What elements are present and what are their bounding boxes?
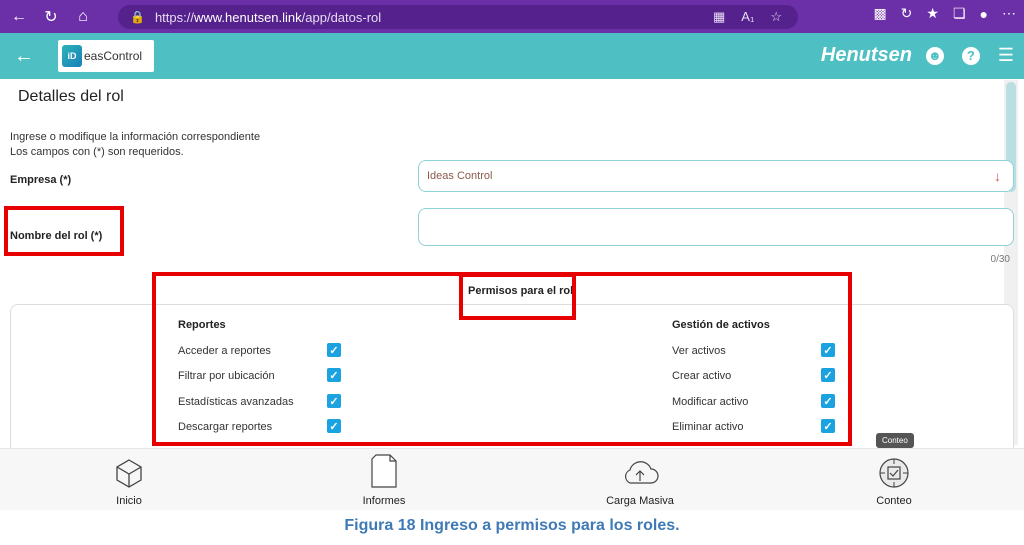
instructions-line-1: Ingrese o modifique la información corre… bbox=[10, 131, 261, 143]
app-back-arrow-icon[interactable]: ← bbox=[14, 45, 38, 68]
user-account-icon[interactable]: ☻ bbox=[925, 46, 944, 65]
tab-informes-label: Informes bbox=[362, 495, 406, 507]
refresh-icon[interactable]: ↻ bbox=[38, 4, 64, 30]
favorites-icon[interactable]: ★ bbox=[926, 5, 939, 22]
bottom-navigation: Inicio Informes Carga Masiva Conteo bbox=[0, 448, 1024, 510]
url-host: www.henutsen.link bbox=[193, 9, 302, 25]
highlight-nombre-rol bbox=[4, 206, 124, 256]
cloud-upload-icon bbox=[625, 461, 659, 484]
instructions: Ingrese o modifique la información corre… bbox=[10, 130, 260, 160]
hamburger-menu-icon[interactable]: ☰ bbox=[998, 45, 1014, 66]
conteo-tooltip: Conteo bbox=[876, 433, 914, 448]
henutsen-brand: Henutsen bbox=[820, 44, 912, 66]
page-title: Detalles del rol bbox=[18, 88, 124, 105]
tab-informes[interactable]: Informes bbox=[352, 449, 416, 511]
empresa-value: Ideas Control bbox=[427, 170, 493, 182]
tab-carga-masiva-label: Carga Masiva bbox=[606, 495, 674, 507]
url-path: /app/datos-rol bbox=[301, 9, 382, 25]
lock-icon: 🔒 bbox=[130, 10, 145, 24]
tab-conteo[interactable]: Conteo bbox=[864, 449, 924, 511]
document-icon bbox=[371, 454, 397, 488]
back-arrow-icon[interactable]: ← bbox=[6, 4, 32, 30]
profile-avatar-icon[interactable]: ● bbox=[980, 6, 988, 22]
home-icon[interactable]: ⌂ bbox=[70, 4, 96, 30]
arrow-down-icon[interactable]: ↓ bbox=[994, 168, 1001, 184]
nombre-rol-input[interactable] bbox=[418, 208, 1014, 246]
logo-mark-icon: iD bbox=[62, 45, 82, 67]
tab-conteo-label: Conteo bbox=[876, 495, 912, 507]
empresa-label: Empresa (*) bbox=[10, 174, 72, 186]
scan-target-icon bbox=[879, 458, 909, 488]
read-aloud-icon[interactable]: A₁ bbox=[741, 9, 754, 25]
app-header: ← iD easControl Henutsen ☻ ? ☰ bbox=[0, 33, 1024, 79]
help-icon[interactable]: ? bbox=[961, 46, 980, 65]
tab-carga-masiva[interactable]: Carga Masiva bbox=[598, 449, 682, 511]
tab-inicio[interactable]: Inicio bbox=[98, 449, 160, 511]
empresa-select[interactable]: Ideas Control ↓ bbox=[418, 160, 1014, 192]
favorite-star-icon[interactable]: ☆ bbox=[770, 9, 782, 25]
address-bar[interactable]: 🔒 https://www.henutsen.link/app/datos-ro… bbox=[118, 5, 798, 29]
collections-icon[interactable]: ❏ bbox=[953, 5, 966, 22]
apps-icon[interactable]: ▦ bbox=[713, 9, 725, 25]
ideas-control-logo[interactable]: iD easControl bbox=[58, 40, 154, 72]
character-counter: 0/30 bbox=[990, 254, 1010, 265]
tab-inicio-label: Inicio bbox=[116, 495, 142, 507]
url-scheme: https:// bbox=[154, 9, 194, 25]
instructions-line-2: Los campos con (*) son requeridos. bbox=[10, 146, 184, 158]
extension-icon[interactable]: ▩ bbox=[873, 5, 886, 22]
browser-toolbar: ← ↻ ⌂ 🔒 https://www.henutsen.link/app/da… bbox=[0, 0, 1024, 33]
more-options-icon[interactable]: ⋯ bbox=[1002, 5, 1016, 22]
logo-text: easControl bbox=[84, 49, 143, 63]
cube-icon bbox=[116, 459, 142, 488]
figure-caption: Figura 18 Ingreso a permisos para los ro… bbox=[344, 517, 680, 534]
sync-icon[interactable]: ↻ bbox=[901, 5, 913, 22]
highlight-permissions-title bbox=[459, 273, 576, 320]
